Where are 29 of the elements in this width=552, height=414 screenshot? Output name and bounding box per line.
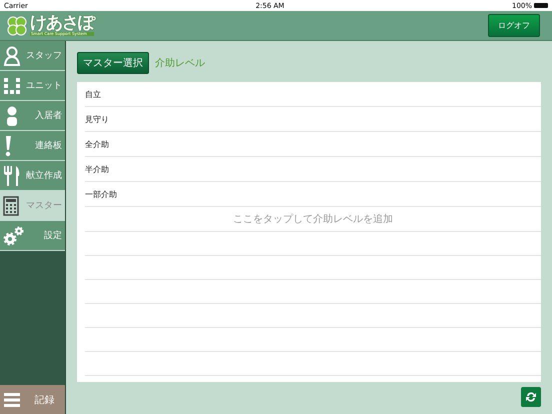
sidebar-item[interactable]: マスター (0, 191, 65, 221)
sidebar-item[interactable]: ユニット (0, 71, 65, 101)
list-row[interactable]: 全介助 (85, 132, 541, 157)
list-row[interactable]: 自立 (85, 82, 541, 107)
list-row[interactable]: 見守り (85, 107, 541, 132)
battery-icon (534, 3, 548, 8)
calculator-icon (3, 196, 19, 216)
list-row[interactable]: 半介助 (85, 157, 541, 182)
person-icon (3, 46, 21, 66)
sidebar-item[interactable]: 設定 (0, 221, 65, 251)
menu-icon (4, 393, 20, 407)
sidebar-item[interactable]: 献立作成 (0, 161, 65, 191)
exclamation-icon (3, 134, 13, 156)
gears-icon (3, 226, 25, 246)
logo-text: けあさぽ (30, 15, 94, 32)
blocks-icon (3, 76, 21, 96)
sidebar-item[interactable]: 入居者 (0, 101, 65, 131)
refresh-icon (525, 391, 537, 403)
refresh-button[interactable] (521, 387, 541, 407)
list-row[interactable]: 一部介助 (85, 182, 541, 207)
master-select-button[interactable]: マスター選択 (77, 52, 149, 74)
record-button[interactable]: 記録 (0, 385, 65, 414)
logoff-button[interactable]: ログオフ (488, 14, 540, 37)
cutlery-icon (3, 164, 21, 186)
sidebar-item[interactable]: 連絡板 (0, 131, 65, 161)
sidebar-item[interactable]: スタッフ (0, 41, 65, 71)
add-hint-row[interactable]: ここをタップして介助レベルを追加 (85, 207, 541, 232)
clover-icon (6, 14, 28, 36)
current-master-label: 介助レベル (155, 56, 205, 70)
